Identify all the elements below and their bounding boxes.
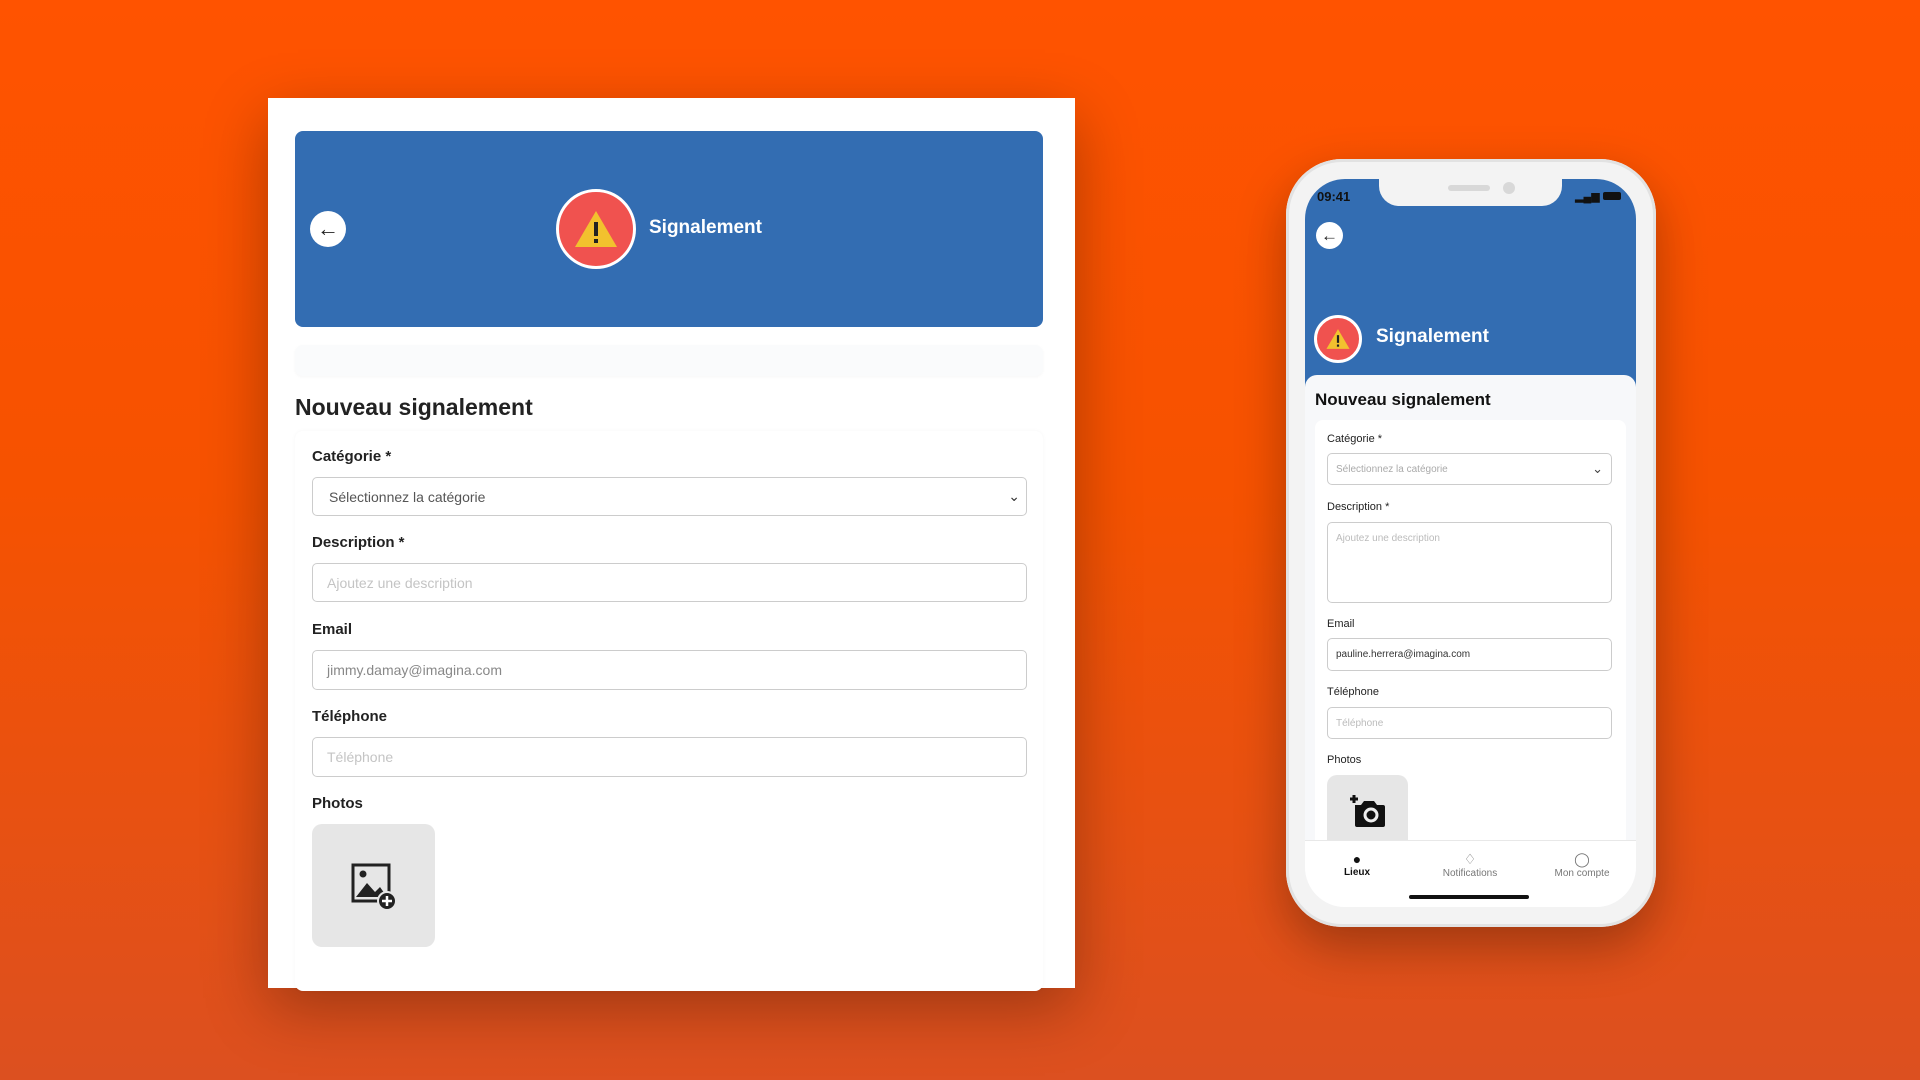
add-image-icon [351,863,397,911]
back-button[interactable]: ← [1316,222,1343,249]
warning-badge [556,189,636,269]
warning-icon [1326,329,1350,349]
category-select[interactable]: Sélectionnez la catégorie ⌄ [1327,453,1612,485]
notch [1379,179,1562,206]
category-select-value: Sélectionnez la catégorie [1336,463,1448,475]
page-title: Signalement [1376,326,1489,347]
phone-screen: 09:41 ▂▄▆ ← Signalement Nouveau signalem… [1305,179,1636,907]
description-label: Description * [1327,501,1390,513]
chevron-down-icon: ⌄ [1008,488,1020,504]
warning-icon [575,211,617,247]
page-title: Signalement [649,217,762,238]
bell-icon: ♢ [1463,851,1477,867]
user-icon: ◯ [1574,851,1590,867]
header-banner: ← Signalement [295,131,1043,327]
form-heading: Nouveau signalement [1315,390,1491,409]
arrow-left-icon: ← [1321,225,1338,245]
tab-mon-compte[interactable]: ◯ Mon compte [1527,851,1636,879]
form-heading: Nouveau signalement [295,394,533,420]
category-label: Catégorie * [312,448,392,465]
email-label: Email [1327,618,1355,630]
photos-label: Photos [1327,754,1362,766]
tab-notifications[interactable]: ♢ Notifications [1415,851,1525,879]
mobile-header [1305,179,1636,389]
tab-bar: ● Lieux ♢ Notifications ◯ Mon compte [1305,840,1636,907]
email-label: Email [312,621,353,638]
arrow-left-icon: ← [317,216,339,241]
phone-input[interactable]: Téléphone [1327,707,1612,739]
email-input[interactable]: jimmy.damay@imagina.com [312,650,1027,690]
phone-mockup: 09:41 ▂▄▆ ← Signalement Nouveau signalem… [1286,159,1656,927]
description-label: Description * [312,534,405,551]
info-bar [295,345,1043,376]
home-indicator [1409,895,1529,899]
battery-icon [1602,192,1621,200]
map-pin-icon: ● [1352,851,1362,867]
description-input[interactable]: Ajoutez une description [312,563,1027,602]
warning-badge [1314,315,1362,363]
category-select-value: Sélectionnez la catégorie [329,488,486,505]
add-camera-icon [1349,795,1385,827]
email-input[interactable]: pauline.herrera@imagina.com [1327,638,1612,671]
tab-lieux[interactable]: ● Lieux [1305,851,1412,878]
add-photo-button[interactable] [312,824,435,947]
category-label: Catégorie * [1327,433,1383,445]
status-icons: ▂▄▆ [1575,190,1621,203]
description-input[interactable]: Ajoutez une description [1327,522,1612,603]
status-time: 09:41 [1317,189,1351,204]
phone-label: Téléphone [312,708,388,725]
phone-label: Téléphone [1327,686,1379,698]
phone-input[interactable]: Téléphone [312,737,1027,777]
signal-icon: ▂▄▆ [1575,191,1600,203]
photos-label: Photos [312,795,363,812]
back-button[interactable]: ← [310,211,346,247]
chevron-down-icon: ⌄ [1592,461,1603,476]
category-select[interactable]: Sélectionnez la catégorie ⌄ [312,477,1027,516]
desktop-window: ← Signalement Nouveau signalement Catégo… [268,98,1075,991]
